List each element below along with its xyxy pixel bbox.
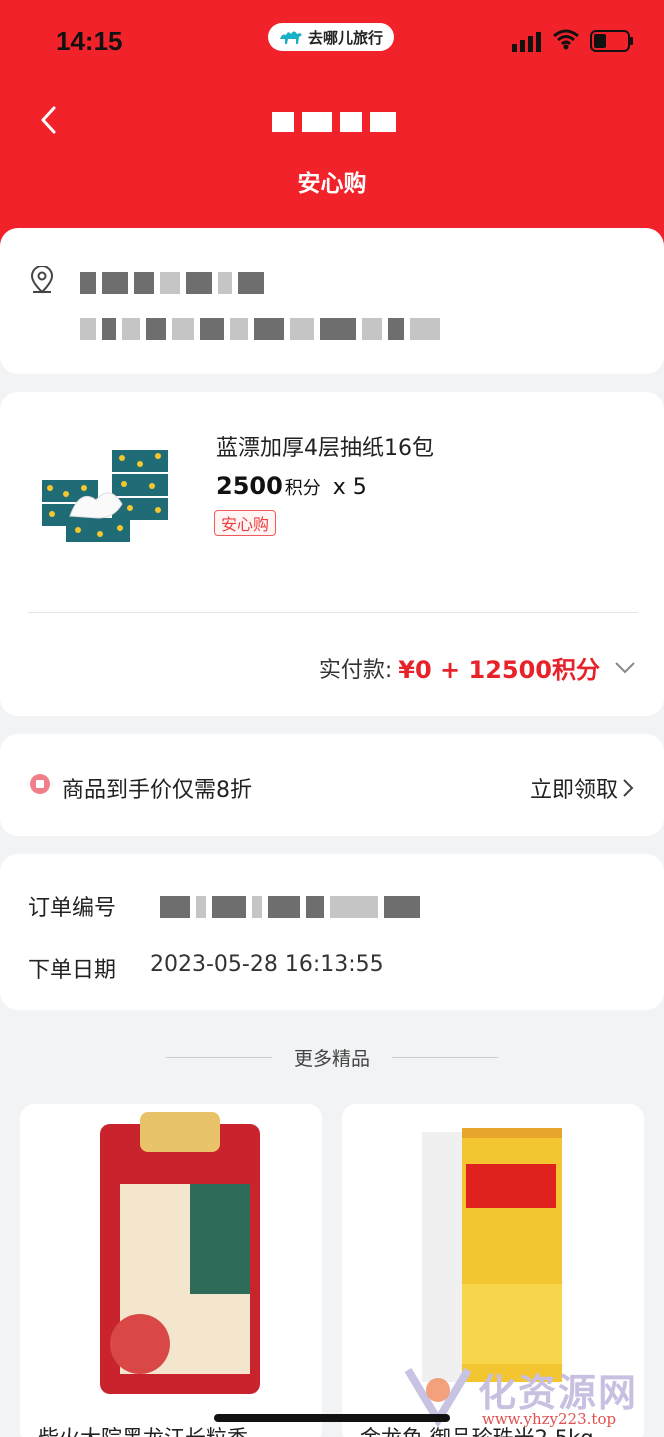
order-number-redacted bbox=[160, 896, 420, 918]
product-card[interactable]: 蓝漂加厚4层抽纸16包 2500 积分 x 5 安心购 实付款: ¥0 + 1250… bbox=[0, 392, 664, 716]
recommended-product-title: 柴火大院黑龙江长粒香 bbox=[38, 1422, 248, 1437]
battery-icon bbox=[590, 30, 633, 52]
rice-bag-image bbox=[422, 1128, 562, 1382]
order-number-label: 订单编号 bbox=[28, 896, 117, 921]
address-card[interactable] bbox=[0, 228, 664, 374]
watermark-url: www.yhzy223.top bbox=[482, 1410, 617, 1428]
watermark: 化资源网 www.yhzy223.top bbox=[400, 1360, 662, 1434]
anxin-gou-tag: 安心购 bbox=[214, 510, 277, 536]
coupon-icon bbox=[30, 774, 50, 794]
product-points: 2500 bbox=[216, 472, 283, 500]
app-return-pill[interactable]: 去哪儿旅行 bbox=[268, 23, 394, 51]
app-pill-label: 去哪儿旅行 bbox=[308, 28, 384, 47]
back-button[interactable] bbox=[30, 102, 66, 138]
status-bar: 14:15 去哪儿旅行 bbox=[0, 0, 664, 84]
order-date-value: 2023-05-28 16:13:55 bbox=[150, 952, 384, 977]
chevron-down-icon bbox=[615, 661, 635, 673]
order-info-card: 订单编号 下单日期 2023-05-28 16:13:55 bbox=[0, 854, 664, 1010]
divider bbox=[28, 612, 638, 613]
tissue-pack-image bbox=[42, 450, 168, 542]
recommended-product-card[interactable]: 柴火大院黑龙江长粒香 bbox=[20, 1104, 322, 1437]
wifi-icon bbox=[553, 29, 579, 50]
signal-icon bbox=[512, 32, 541, 52]
camel-icon bbox=[280, 31, 302, 44]
product-points-unit: 积分 bbox=[284, 478, 321, 499]
payment-summary[interactable]: 实付款: ¥0 + 12500积分 bbox=[319, 650, 636, 685]
promo-card[interactable]: 商品到手价仅需8折 立即领取 bbox=[0, 734, 664, 836]
product-price: 2500 积分 x 5 bbox=[216, 472, 367, 500]
promo-text: 商品到手价仅需8折 bbox=[62, 778, 252, 803]
nav-subtitle: 安心购 bbox=[297, 171, 367, 197]
product-quantity: x 5 bbox=[332, 475, 367, 500]
address-name-redacted bbox=[80, 272, 264, 294]
claim-coupon-button[interactable]: 立即领取 bbox=[530, 772, 634, 804]
pay-value: ¥0 + 12500积分 bbox=[398, 656, 600, 684]
chevron-right-icon bbox=[623, 779, 634, 797]
address-detail-redacted bbox=[80, 318, 440, 340]
rice-bag-image bbox=[100, 1112, 260, 1394]
home-indicator[interactable] bbox=[214, 1414, 450, 1422]
claim-coupon-label: 立即领取 bbox=[529, 778, 618, 803]
status-time: 14:15 bbox=[56, 26, 123, 56]
pay-label: 实付款: bbox=[318, 657, 393, 683]
chevron-left-icon bbox=[41, 106, 56, 134]
order-date-label: 下单日期 bbox=[28, 958, 117, 983]
watermark-text: 化资源网 bbox=[478, 1370, 639, 1415]
order-status-title-redacted bbox=[272, 112, 398, 132]
product-name: 蓝漂加厚4层抽纸16包 bbox=[216, 436, 434, 461]
section-divider-right bbox=[392, 1057, 498, 1058]
more-products-title: 更多精品 bbox=[293, 1048, 370, 1070]
location-pin-icon bbox=[30, 266, 54, 294]
navigation-bar: 安心购 bbox=[0, 84, 664, 214]
